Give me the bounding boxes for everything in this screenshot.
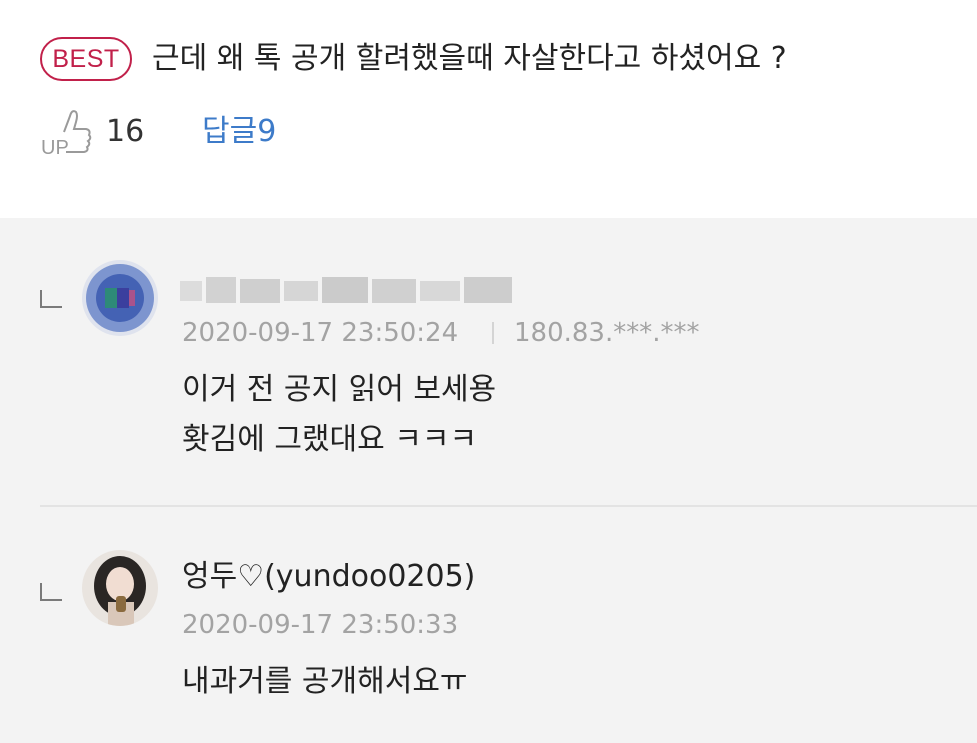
up-icon-label: UP bbox=[41, 137, 69, 159]
avatar-blurred[interactable] bbox=[82, 260, 158, 336]
reply-count-link[interactable]: 답글9 bbox=[202, 112, 276, 152]
reply-text-line: 내과거를 공개해서요ㅠ bbox=[182, 664, 468, 699]
reply-ip: 180.83.***.*** bbox=[514, 318, 700, 348]
reply-nickname[interactable]: 엉두♡(yundoo0205) bbox=[182, 556, 475, 598]
reply-date: 2020-09-17 23:50:24 bbox=[182, 318, 459, 348]
thumbs-up-icon[interactable]: UP bbox=[40, 104, 100, 160]
reply-list: 2020-09-17 23:50:24 180.83.***.*** 이거 전 … bbox=[0, 218, 977, 743]
reply-text-line: 이거 전 공지 읽어 보세용 bbox=[182, 372, 497, 407]
meta-divider bbox=[492, 322, 494, 344]
reply-divider bbox=[40, 505, 977, 507]
reply-text-line: 홧김에 그랬대요 ㅋㅋㅋ bbox=[182, 422, 478, 457]
reply-arrow-icon bbox=[40, 290, 62, 308]
blurred-nickname bbox=[180, 273, 520, 307]
best-comment: BEST 근데 왜 톡 공개 할려했을때 자살한다고 하셨어요 ? UP 16 … bbox=[0, 0, 977, 218]
avatar[interactable] bbox=[82, 550, 158, 626]
up-count: 16 bbox=[106, 114, 145, 149]
reply-date: 2020-09-17 23:50:33 bbox=[182, 610, 459, 640]
reply-arrow-icon bbox=[40, 583, 62, 601]
comment-text: 근데 왜 톡 공개 할려했을때 자살한다고 하셨어요 ? bbox=[152, 41, 787, 76]
best-badge: BEST bbox=[40, 37, 132, 81]
